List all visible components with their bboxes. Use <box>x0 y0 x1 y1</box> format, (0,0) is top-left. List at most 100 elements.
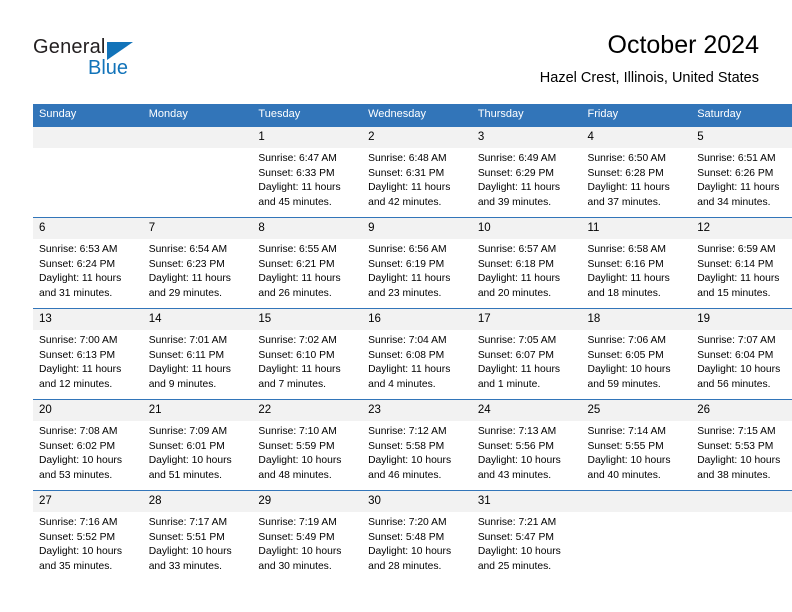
day-number: 22 <box>252 400 363 421</box>
day-number: 13 <box>33 309 143 330</box>
day-number: 23 <box>362 400 472 421</box>
daylight-text-line1: Daylight: 10 hours <box>148 546 232 558</box>
sunrise-text: Sunrise: 6:54 AM <box>148 244 228 255</box>
sunset-text: Sunset: 5:58 PM <box>368 440 445 452</box>
calendar-day-cell[interactable]: 3 Sunrise: 6:49 AM Sunset: 6:29 PM Daylight… <box>471 126 582 218</box>
sunrise-text: Sunrise: 7:06 AM <box>587 335 666 346</box>
calendar-day-cell[interactable]: 13 Sunrise: 7:00 AM Sunset: 6:13 PM Dayligh… <box>33 308 143 400</box>
calendar-day-cell[interactable]: 1 Sunrise: 6:47 AM Sunset: 6:33 PM Daylight… <box>252 126 363 218</box>
calendar-day-cell[interactable]: 12 Sunrise: 6:59 AM Sunset: 6:14 PM Dayligh… <box>691 217 792 309</box>
calendar-day-cell-empty <box>33 126 143 218</box>
calendar-day-cell[interactable]: 31 Sunrise: 7:21 AM Sunset: 5:47 PM Dayligh… <box>471 490 582 581</box>
sunset-text: Sunset: 6:07 PM <box>477 349 554 361</box>
daylight-text-line2: and 46 minutes. <box>368 469 442 481</box>
sunrise-text: Sunrise: 7:16 AM <box>39 517 118 528</box>
day-number: 17 <box>471 309 582 330</box>
daylight-text-line2: and 1 minute. <box>477 378 541 390</box>
sunset-text: Sunset: 6:24 PM <box>39 258 116 270</box>
daylight-text-line1: Daylight: 11 hours <box>477 182 561 194</box>
daylight-text-line1: Daylight: 10 hours <box>258 546 342 558</box>
sunrise-text: Sunrise: 6:53 AM <box>39 244 118 255</box>
day-number: 28 <box>142 491 253 512</box>
daylight-text-line1: Daylight: 11 hours <box>39 273 122 285</box>
sunrise-text: Sunrise: 7:02 AM <box>258 335 337 346</box>
calendar-day-cell-empty <box>691 490 792 581</box>
day-details: Sunrise: 6:48 AM Sunset: 6:31 PM Daylight:… <box>362 148 472 210</box>
calendar-day-cell[interactable]: 5 Sunrise: 6:51 AM Sunset: 6:26 PM Daylight… <box>691 126 792 218</box>
day-number: 24 <box>471 400 582 421</box>
day-details: Sunrise: 6:49 AM Sunset: 6:29 PM Daylight:… <box>472 148 582 210</box>
calendar-day-cell[interactable]: 9 Sunrise: 6:56 AM Sunset: 6:19 PM Daylight… <box>362 217 472 309</box>
sunrise-text: Sunrise: 7:05 AM <box>477 335 557 346</box>
daylight-text-line1: Daylight: 10 hours <box>148 455 232 467</box>
calendar-body: 1 Sunrise: 6:47 AM Sunset: 6:33 PM Daylight… <box>33 126 792 581</box>
day-number-placeholder <box>142 127 253 148</box>
daylight-text-line1: Daylight: 11 hours <box>258 273 341 285</box>
general-blue-logo: General Blue <box>33 36 213 84</box>
calendar-day-cell[interactable]: 29 Sunrise: 7:19 AM Sunset: 5:49 PM Dayligh… <box>252 490 363 581</box>
calendar-day-cell[interactable]: 20 Sunrise: 7:08 AM Sunset: 6:02 PM Dayligh… <box>33 399 143 491</box>
sunset-text: Sunset: 6:29 PM <box>477 167 554 179</box>
calendar-day-cell[interactable]: 16 Sunrise: 7:04 AM Sunset: 6:08 PM Dayligh… <box>362 308 472 400</box>
calendar-day-cell[interactable]: 6 Sunrise: 6:53 AM Sunset: 6:24 PM Daylight… <box>33 217 143 309</box>
sunset-text: Sunset: 5:51 PM <box>148 531 225 543</box>
calendar-day-cell[interactable]: 27 Sunrise: 7:16 AM Sunset: 5:52 PM Dayligh… <box>33 490 143 581</box>
calendar-day-cell[interactable]: 15 Sunrise: 7:02 AM Sunset: 6:10 PM Dayligh… <box>252 308 363 400</box>
day-number-placeholder <box>691 491 792 512</box>
daylight-text-line2: and 26 minutes. <box>258 287 332 299</box>
sunrise-sunset-calendar: Sunday Monday Tuesday Wednesday Thursday… <box>33 104 792 581</box>
day-details: Sunrise: 7:13 AM Sunset: 5:56 PM Daylight:… <box>472 421 582 483</box>
calendar-day-cell[interactable]: 11 Sunrise: 6:58 AM Sunset: 6:16 PM Dayligh… <box>581 217 692 309</box>
calendar-day-cell[interactable]: 18 Sunrise: 7:06 AM Sunset: 6:05 PM Dayligh… <box>581 308 692 400</box>
calendar-day-cell[interactable]: 30 Sunrise: 7:20 AM Sunset: 5:48 PM Dayligh… <box>362 490 472 581</box>
day-details: Sunrise: 6:55 AM Sunset: 6:21 PM Daylight:… <box>252 239 362 301</box>
calendar-day-cell[interactable]: 22 Sunrise: 7:10 AM Sunset: 5:59 PM Dayligh… <box>252 399 363 491</box>
calendar-day-cell[interactable]: 10 Sunrise: 6:57 AM Sunset: 6:18 PM Dayligh… <box>471 217 582 309</box>
sunrise-text: Sunrise: 7:15 AM <box>697 426 776 437</box>
sunset-text: Sunset: 5:47 PM <box>477 531 554 543</box>
page-subtitle: Hazel Crest, Illinois, United States <box>539 70 759 86</box>
sunrise-text: Sunrise: 7:17 AM <box>148 517 228 528</box>
daylight-text-line1: Daylight: 10 hours <box>368 546 452 558</box>
sunset-text: Sunset: 5:55 PM <box>587 440 664 452</box>
calendar-day-cell[interactable]: 14 Sunrise: 7:01 AM Sunset: 6:11 PM Dayligh… <box>142 308 253 400</box>
calendar-week-row: 27 Sunrise: 7:16 AM Sunset: 5:52 PM Dayligh… <box>33 490 792 581</box>
sunset-text: Sunset: 5:52 PM <box>39 531 116 543</box>
daylight-text-line1: Daylight: 11 hours <box>587 182 670 194</box>
calendar-day-cell[interactable]: 25 Sunrise: 7:14 AM Sunset: 5:55 PM Dayligh… <box>581 399 692 491</box>
daylight-text-line2: and 59 minutes. <box>587 378 661 390</box>
sunset-text: Sunset: 5:56 PM <box>477 440 554 452</box>
calendar-day-cell[interactable]: 21 Sunrise: 7:09 AM Sunset: 6:01 PM Dayligh… <box>142 399 253 491</box>
calendar-day-cell[interactable]: 19 Sunrise: 7:07 AM Sunset: 6:04 PM Dayligh… <box>691 308 792 400</box>
sunrise-text: Sunrise: 6:51 AM <box>697 153 776 164</box>
sunset-text: Sunset: 6:14 PM <box>697 258 774 270</box>
calendar-day-cell[interactable]: 28 Sunrise: 7:17 AM Sunset: 5:51 PM Dayligh… <box>142 490 253 581</box>
sunset-text: Sunset: 5:53 PM <box>697 440 774 452</box>
daylight-text-line2: and 28 minutes. <box>368 560 442 572</box>
day-number: 2 <box>362 127 472 148</box>
daylight-text-line1: Daylight: 11 hours <box>587 273 670 285</box>
daylight-text-line1: Daylight: 10 hours <box>587 364 671 376</box>
calendar-day-cell[interactable]: 17 Sunrise: 7:05 AM Sunset: 6:07 PM Dayligh… <box>471 308 582 400</box>
logo-text-blue: Blue <box>88 57 129 79</box>
day-details: Sunrise: 7:15 AM Sunset: 5:53 PM Daylight:… <box>691 421 792 483</box>
calendar-day-cell[interactable]: 4 Sunrise: 6:50 AM Sunset: 6:28 PM Daylight… <box>581 126 692 218</box>
day-number: 3 <box>471 127 582 148</box>
calendar-day-cell[interactable]: 8 Sunrise: 6:55 AM Sunset: 6:21 PM Daylight… <box>252 217 363 309</box>
day-number: 29 <box>252 491 363 512</box>
sunset-text: Sunset: 6:26 PM <box>697 167 774 179</box>
sunset-text: Sunset: 5:59 PM <box>258 440 335 452</box>
day-number: 25 <box>581 400 692 421</box>
daylight-text-line2: and 48 minutes. <box>258 469 332 481</box>
calendar-week-row: 20 Sunrise: 7:08 AM Sunset: 6:02 PM Dayligh… <box>33 399 792 491</box>
calendar-day-cell[interactable]: 24 Sunrise: 7:13 AM Sunset: 5:56 PM Dayligh… <box>471 399 582 491</box>
calendar-week-row: 6 Sunrise: 6:53 AM Sunset: 6:24 PM Daylight… <box>33 217 792 309</box>
calendar-day-cell[interactable]: 2 Sunrise: 6:48 AM Sunset: 6:31 PM Daylight… <box>362 126 472 218</box>
daylight-text-line1: Daylight: 10 hours <box>368 455 452 467</box>
daylight-text-line1: Daylight: 11 hours <box>148 273 231 285</box>
day-number: 15 <box>252 309 363 330</box>
calendar-day-cell[interactable]: 26 Sunrise: 7:15 AM Sunset: 5:53 PM Dayligh… <box>691 399 792 491</box>
calendar-day-cell[interactable]: 7 Sunrise: 6:54 AM Sunset: 6:23 PM Daylight… <box>142 217 253 309</box>
day-number: 10 <box>471 218 582 239</box>
calendar-day-cell[interactable]: 23 Sunrise: 7:12 AM Sunset: 5:58 PM Dayligh… <box>362 399 472 491</box>
